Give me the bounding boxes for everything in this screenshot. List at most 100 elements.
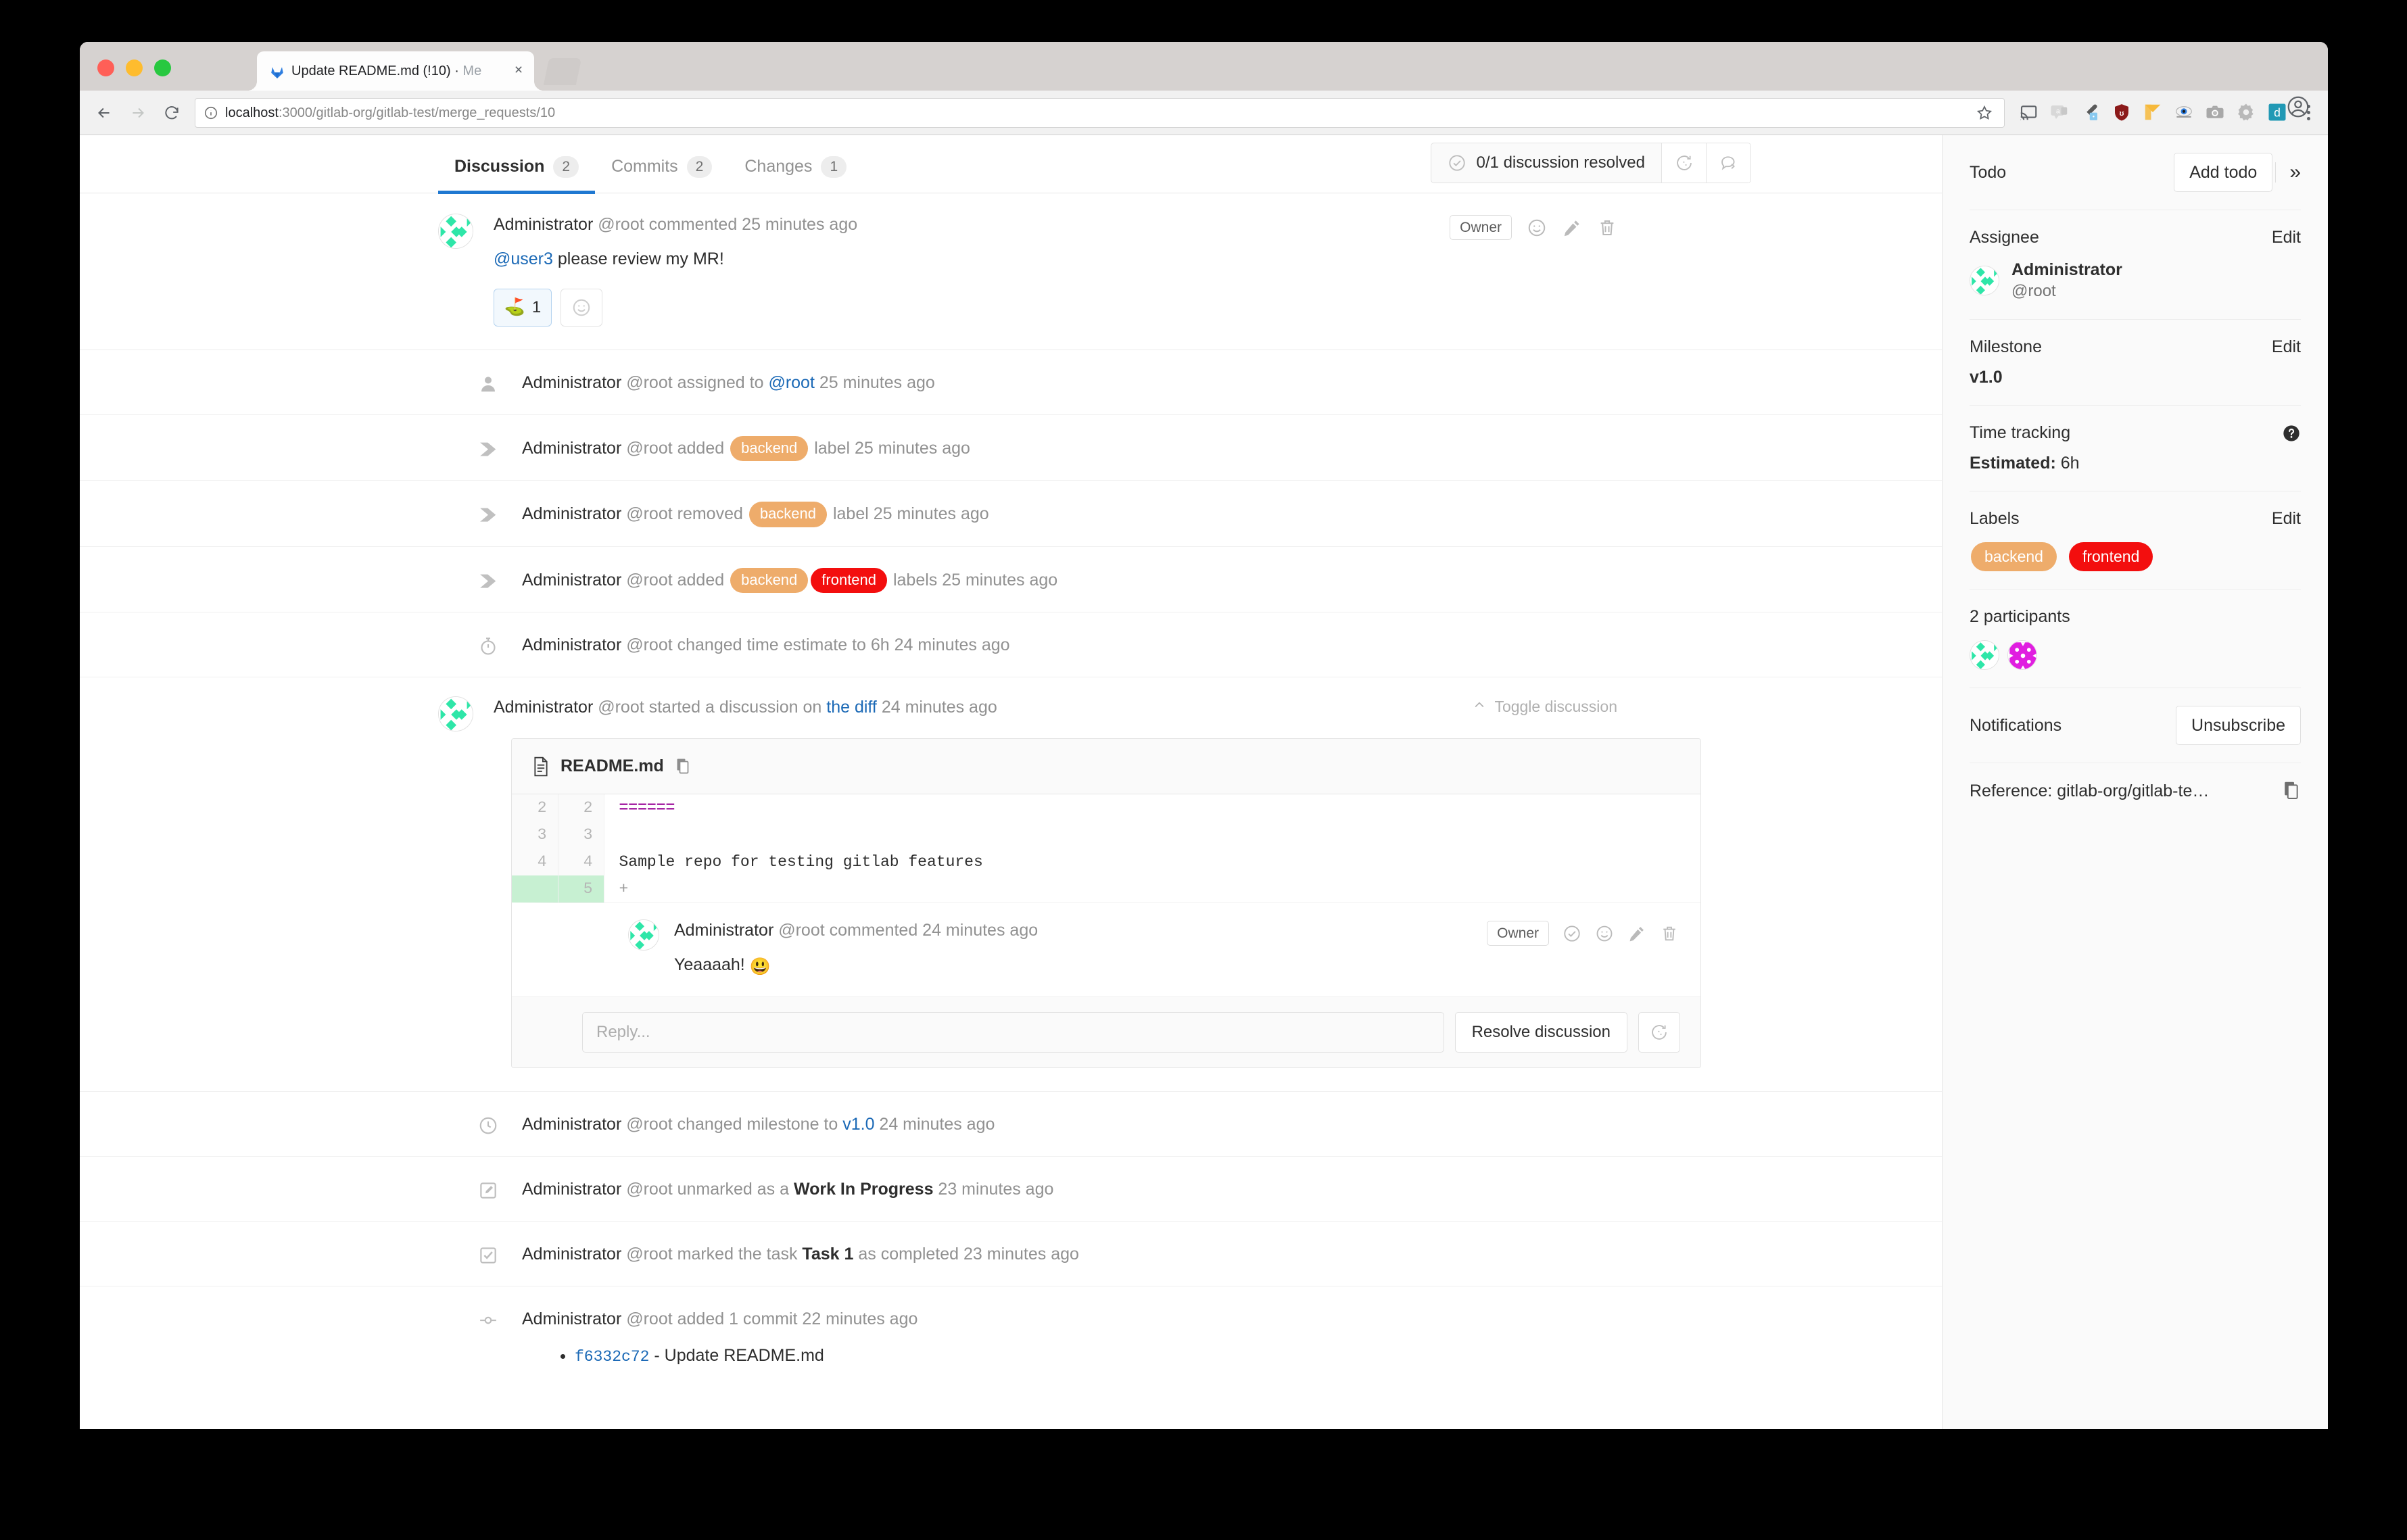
commit-sha-link[interactable]: f6332c72 [575,1348,649,1366]
resolved-count-label: 0/1 discussion resolved [1476,153,1645,172]
eye-extension-icon[interactable] [2174,102,2195,124]
resolve-discussion-button[interactable]: Resolve discussion [1454,1011,1627,1053]
user-mention-link[interactable]: @user3 [494,249,553,268]
unsubscribe-button[interactable]: Unsubscribe [2176,706,2301,746]
milestone-value[interactable]: v1.0 [1970,368,2301,387]
note-author[interactable]: Administrator [674,921,773,940]
award-emoji-golf[interactable]: ⛳ 1 [494,288,552,327]
system-note-text: Administrator @root unmarked as a Work I… [522,1179,1054,1199]
note-meta: @root commented 25 minutes ago [593,215,858,234]
emoji-react-icon[interactable] [1595,924,1614,943]
label-pill-backend[interactable]: backend [748,502,828,527]
reply-input[interactable]: Reply... [582,1011,1444,1053]
note-author[interactable]: Administrator [522,571,621,589]
note-author[interactable]: Administrator [522,1309,621,1328]
label-pill-frontend[interactable]: frontend [2068,542,2153,572]
tab-changes[interactable]: Changes 1 [728,155,863,193]
url-text: localhost:3000/gitlab-org/gitlab-test/me… [225,105,556,120]
system-note-text: Administrator @root added backend label … [522,434,970,462]
labels-list: backend frontend [1970,542,2301,572]
note-author[interactable]: Administrator [522,373,621,392]
owner-badge: Owner [1487,921,1549,946]
delete-trash-icon[interactable] [1660,924,1679,943]
reload-icon[interactable] [157,98,187,128]
milestone-link[interactable]: v1.0 [842,1115,874,1134]
diff-line-added: 5 + [512,875,1700,903]
edit-pencil-icon[interactable] [1562,218,1582,238]
site-info-icon[interactable] [204,105,218,120]
close-window-button[interactable] [97,59,114,76]
assignee-row-header: Assignee Edit [1970,228,2301,247]
jump-to-next-unresolved-button[interactable] [1638,1011,1680,1053]
note-author[interactable]: Administrator [522,1245,621,1264]
triangle-extension-icon[interactable] [2143,102,2164,124]
note-author[interactable]: Administrator [522,635,621,654]
tab-commits-label: Commits [611,157,678,176]
ublock-origin-extension-icon[interactable]: ʊ [2112,102,2133,124]
diff-file-name[interactable]: README.md [561,756,664,776]
copy-file-path-icon[interactable] [675,758,691,775]
note-author[interactable]: Administrator [494,698,593,717]
avatar [438,214,473,249]
back-icon[interactable] [89,98,119,128]
label-pill-backend[interactable]: backend [730,567,809,594]
add-award-emoji-button[interactable] [561,288,602,327]
collapse-sidebar-icon[interactable]: » [2275,162,2301,183]
sidebar-labels-block: Labels Edit backend frontend [1970,491,2301,590]
assignee-link[interactable]: @root [768,373,814,392]
minimize-window-button[interactable] [126,59,143,76]
assignee-username: @root [2011,282,2056,301]
add-todo-button[interactable]: Add todo [2174,153,2273,192]
bookmark-star-icon[interactable] [1976,104,1996,122]
note-author[interactable]: Administrator [494,215,593,234]
jump-to-next-unresolved-button[interactable] [1661,143,1706,183]
label-pill-backend[interactable]: backend [730,435,809,462]
assignee-user[interactable]: Administrator @root [1970,260,2301,302]
diff-code-line: ====== [619,799,675,817]
the-diff-link[interactable]: the diff [826,698,877,717]
labels-edit-button[interactable]: Edit [2272,509,2301,529]
toggle-discussion-button[interactable]: Toggle discussion [1473,698,1617,716]
merge-request-sidebar: Todo Add todo » Assignee Edit Administra… [1943,135,2328,1429]
cast-icon[interactable] [2018,102,2040,124]
diff-file-card: README.md 2 2 ====== 3 3 4 4 Sample repo… [511,738,1701,1068]
diff-file-header: README.md [512,739,1700,794]
diff-new-line-number: 3 [558,821,604,848]
new-tab-button[interactable] [543,58,582,85]
diff-new-line-number: 5 [558,875,604,903]
note-author[interactable]: Administrator [522,504,621,523]
camera-extension-icon[interactable] [2205,102,2226,124]
label-pill-frontend[interactable]: frontend [811,567,888,594]
note-author[interactable]: Administrator [522,1115,621,1134]
color-picker-extension-icon[interactable] [2080,102,2102,124]
jump-to-discussion-button[interactable] [1706,143,1750,183]
address-bar[interactable]: localhost:3000/gitlab-org/gitlab-test/me… [195,97,2005,128]
assignee-edit-button[interactable]: Edit [2272,228,2301,247]
golf-flag-emoji-icon: ⛳ [504,297,525,317]
help-circle-icon[interactable] [2282,424,2301,443]
edit-pencil-icon[interactable] [1627,924,1646,943]
milestone-row-header: Milestone Edit [1970,337,2301,357]
copy-reference-icon[interactable] [2282,781,2301,801]
close-icon[interactable]: × [511,63,526,78]
gear-extension-icon[interactable] [2236,102,2258,124]
comment-extension-icon[interactable]: a [2049,102,2071,124]
system-note-labels-added: Administrator @root added backend fronten… [80,547,1942,613]
browser-tab-active[interactable]: Update README.md (!10) · Me × [247,51,544,91]
tag-icon [475,501,502,528]
browser-profile-icon[interactable] [2286,95,2310,119]
emoji-react-icon[interactable] [1527,218,1547,238]
avatar [438,696,473,732]
tab-discussion[interactable]: Discussion 2 [438,155,596,195]
maximize-window-button[interactable] [154,59,171,76]
resolve-check-icon[interactable] [1563,924,1581,943]
participant-avatar-user3[interactable] [2007,640,2037,671]
check-circle-icon [1448,153,1467,172]
note-author[interactable]: Administrator [522,439,621,458]
participant-avatar-administrator[interactable] [1970,640,1999,671]
milestone-edit-button[interactable]: Edit [2272,337,2301,357]
label-pill-backend[interactable]: backend [1971,542,2057,572]
delete-trash-icon[interactable] [1597,218,1617,238]
tab-commits[interactable]: Commits 2 [595,155,728,193]
note-author[interactable]: Administrator [522,1180,621,1199]
